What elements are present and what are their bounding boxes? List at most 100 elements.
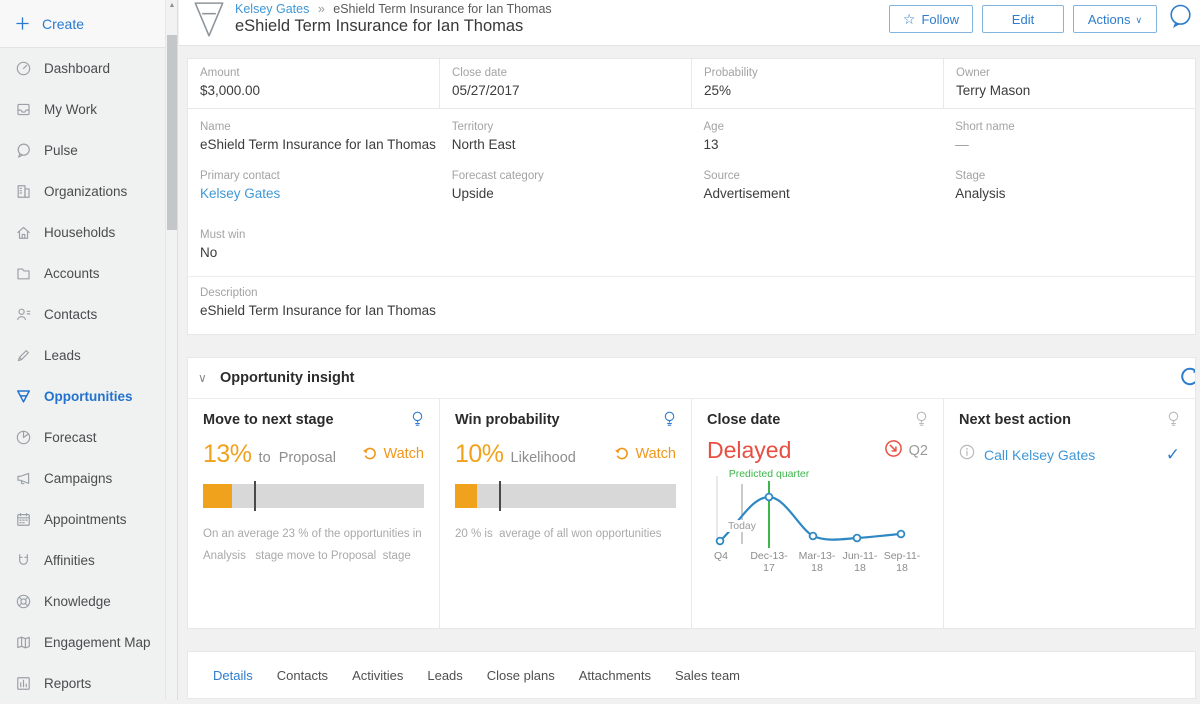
field-age[interactable]: Age 13 [692,113,944,162]
lightbulb-icon[interactable] [1167,411,1180,432]
progress-fill [455,484,477,508]
tab-details[interactable]: Details [212,662,254,689]
card-title: Close date [707,412,780,428]
sidebar-item-affinities[interactable]: Affinities [0,540,177,581]
sidebar-item-dashboard[interactable]: Dashboard [0,48,177,89]
field-forecast-category[interactable]: Forecast category Upside [440,162,692,211]
card-description: 20 % is average of all won opportunities [455,523,676,545]
watch-icon [614,446,630,462]
sidebar-item-opportunities[interactable]: Opportunities [0,376,177,417]
watch-icon [362,446,378,462]
scroll-up-icon[interactable]: ▲ [166,0,178,12]
field-territory[interactable]: Territory North East [440,113,692,162]
svg-text:Jun-11-: Jun-11- [843,550,878,562]
predicted-quarter-badge: Q2 [909,443,928,459]
average-marker [254,481,256,511]
sidebar-item-accounts[interactable]: Accounts [0,253,177,294]
refresh-icon[interactable] [1178,365,1196,392]
win-percent: 10% [455,440,504,469]
watch-button[interactable]: Watch [362,446,424,462]
svg-text:17: 17 [763,562,775,574]
fields-row-2: Name eShield Term Insurance for Ian Thom… [188,113,1195,162]
calendar-icon [15,511,32,528]
svg-text:18: 18 [896,562,908,574]
building-icon [15,183,32,200]
plus-icon [15,16,30,31]
scrollbar-thumb[interactable] [167,35,177,230]
lightbulb-icon[interactable] [411,411,424,432]
win-progress-bar [455,484,676,508]
fields-row-3: Primary contact Kelsey Gates Forecast ca… [188,162,1195,211]
sidebar-item-leads[interactable]: Leads [0,335,177,376]
sidebar-item-my-work[interactable]: My Work [0,89,177,130]
feed-chat-icon[interactable] [1167,3,1194,35]
sidebar-item-engagement-map[interactable]: Engagement Map [0,622,177,663]
sidebar-item-reports[interactable]: Reports [0,663,177,704]
lightbulb-icon[interactable] [915,411,928,432]
follow-button[interactable]: ☆ Follow [889,5,973,33]
main-area: Kelsey Gates » eShield Term Insurance fo… [179,0,1200,700]
chevron-down-icon: ∨ [1136,15,1143,26]
complete-check-icon[interactable]: ✓ [1166,445,1180,465]
create-button[interactable]: Create [0,0,177,48]
stage-progress-bar [203,484,424,508]
next-action-row: Call Kelsey Gates ✓ [959,444,1180,465]
page-title: eShield Term Insurance for Ian Thomas [235,17,880,36]
field-owner[interactable]: Owner Terry Mason [944,59,1195,108]
edit-button[interactable]: Edit [982,5,1064,33]
collapse-chevron-icon[interactable]: ∨ [198,371,216,385]
today-label: Today [728,520,757,532]
sidebar-scrollbar[interactable]: ▲ [165,0,177,700]
sidebar-item-pulse[interactable]: Pulse [0,130,177,171]
sidebar-item-campaigns[interactable]: Campaigns [0,458,177,499]
call-action-link[interactable]: Call Kelsey Gates [984,447,1166,463]
info-icon[interactable] [959,444,975,465]
tab-contacts[interactable]: Contacts [276,662,329,689]
tab-activities[interactable]: Activities [351,662,404,689]
megaphone-icon [15,470,32,487]
map-icon [15,634,32,651]
field-amount[interactable]: Amount $3,000.00 [188,59,440,108]
insight-cards: Move to next stage 13% to Proposal Watch [188,399,1195,628]
tab-leads[interactable]: Leads [426,662,463,689]
tab-close-plans[interactable]: Close plans [486,662,556,689]
field-must-win[interactable]: Must win No [188,221,440,270]
svg-text:18: 18 [811,562,823,574]
field-source[interactable]: Source Advertisement [692,162,944,211]
field-primary-contact[interactable]: Primary contact Kelsey Gates [188,162,440,211]
sidebar: Create Dashboard My Work Pulse Organizat… [0,0,178,700]
watch-button[interactable]: Watch [614,446,676,462]
svg-text:18: 18 [854,562,866,574]
win-suffix: Likelihood [511,450,576,466]
field-probability[interactable]: Probability 25% [692,59,944,108]
breadcrumb-current: eShield Term Insurance for Ian Thomas [333,2,551,16]
inbox-icon [15,101,32,118]
actions-button[interactable]: Actions ∨ [1073,5,1157,33]
breadcrumb-link[interactable]: Kelsey Gates [235,2,309,16]
field-description[interactable]: Description eShield Term Insurance for I… [188,277,1195,334]
slip-arrow-icon [884,439,903,463]
sidebar-item-contacts[interactable]: Contacts [0,294,177,335]
fields-row-4: Must win No [188,221,1195,270]
progress-fill [203,484,232,508]
field-name[interactable]: Name eShield Term Insurance for Ian Thom… [188,113,440,162]
sidebar-item-households[interactable]: Households [0,212,177,253]
record-header: Kelsey Gates » eShield Term Insurance fo… [179,0,1200,46]
predicted-quarter-label: Predicted quarter [729,468,810,480]
primary-contact-link[interactable]: Kelsey Gates [200,186,428,201]
funnel-icon [15,388,32,405]
tab-attachments[interactable]: Attachments [578,662,652,689]
close-date-card: Close date Delayed Q2 [692,399,944,628]
field-short-name[interactable]: Short name — [943,113,1195,162]
star-icon: ☆ [903,11,916,28]
lightbulb-icon[interactable] [663,411,676,432]
sidebar-item-knowledge[interactable]: Knowledge [0,581,177,622]
field-close-date[interactable]: Close date 05/27/2017 [440,59,692,108]
sidebar-item-appointments[interactable]: Appointments [0,499,177,540]
tab-sales-team[interactable]: Sales team [674,662,741,689]
field-stage[interactable]: Stage Analysis [943,162,1195,211]
sidebar-item-organizations[interactable]: Organizations [0,171,177,212]
insight-title: Opportunity insight [220,370,1178,386]
insight-header: ∨ Opportunity insight [188,358,1195,399]
sidebar-item-forecast[interactable]: Forecast [0,417,177,458]
